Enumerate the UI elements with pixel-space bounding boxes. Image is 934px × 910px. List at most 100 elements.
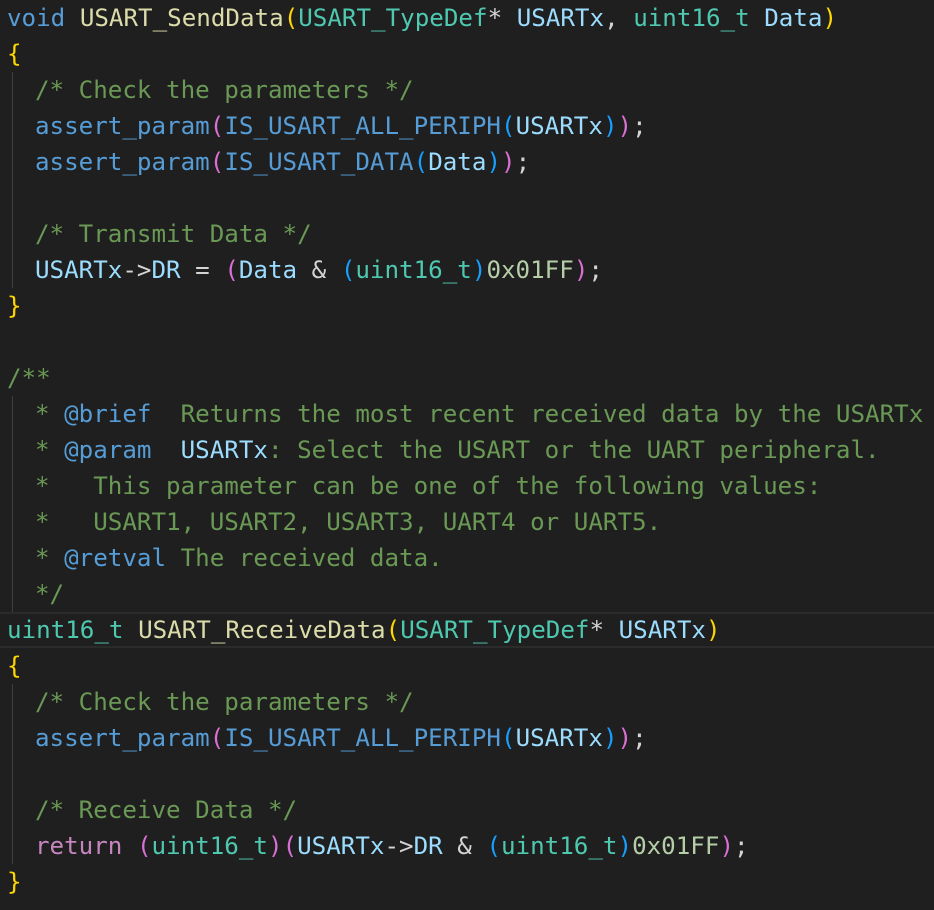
code-token: , — [604, 4, 634, 32]
code-token: USART_TypeDef — [298, 4, 488, 32]
code-token: ; — [588, 256, 603, 284]
code-token: */ — [35, 580, 65, 608]
code-token: ( — [340, 256, 356, 284]
code-token: -> — [384, 832, 414, 860]
code-token: Data — [764, 4, 823, 32]
code-line[interactable]: /* Receive Data */ — [0, 792, 934, 828]
code-token: USARTx — [618, 616, 706, 644]
code-token: assert_param — [35, 112, 210, 140]
code-line[interactable]: void USART_SendData(USART_TypeDef* USART… — [0, 0, 934, 36]
code-token: ( — [209, 724, 225, 752]
code-token: assert_param — [35, 148, 210, 176]
code-token: { — [7, 40, 22, 68]
code-token: ) — [501, 148, 516, 176]
code-line[interactable]: assert_param(IS_USART_ALL_PERIPH(USARTx)… — [0, 108, 934, 144]
code-line[interactable]: * @param USARTx: Select the USART or the… — [0, 432, 934, 468]
code-token: ) — [617, 832, 633, 860]
indent-guide — [12, 504, 13, 540]
code-token: USARTx — [35, 256, 123, 284]
code-token: ( — [486, 832, 501, 860]
code-token: /* Check the parameters */ — [35, 688, 414, 716]
code-token: = — [180, 256, 225, 284]
code-token: ( — [385, 616, 401, 644]
code-line[interactable]: } — [0, 288, 934, 324]
code-line[interactable]: USARTx->DR = (Data & (uint16_t)0x01FF); — [0, 252, 934, 288]
indent-guide — [12, 792, 13, 828]
code-token: IS_USART_ALL_PERIPH — [224, 724, 501, 752]
code-token: @brief — [64, 400, 152, 428]
code-token: { — [7, 652, 22, 680]
code-line[interactable]: */ — [0, 576, 934, 612]
code-line[interactable]: * USART1, USART2, USART3, UART4 or UART5… — [0, 504, 934, 540]
code-token: 0x01FF — [486, 256, 574, 284]
code-token: USARTx — [180, 436, 268, 464]
code-line[interactable]: /* Check the parameters */ — [0, 72, 934, 108]
code-line[interactable]: * This parameter can be one of the follo… — [0, 468, 934, 504]
code-token: uint16_t — [151, 832, 269, 860]
code-line[interactable]: { — [0, 36, 934, 72]
indent-guide — [12, 180, 13, 216]
code-token: * — [35, 544, 65, 572]
code-token: ( — [413, 148, 429, 176]
indent-guide — [12, 540, 13, 576]
code-token: /** — [7, 364, 51, 392]
indent-guide — [12, 468, 13, 504]
code-token: IS_USART_DATA — [224, 148, 414, 176]
code-token: USART_ReceiveData — [138, 616, 386, 644]
code-token: void — [7, 4, 66, 32]
code-token: ( — [282, 832, 298, 860]
code-editor[interactable]: void USART_SendData ( USART_TypeDef * USART… — [0, 0, 934, 910]
code-token: ) — [719, 832, 734, 860]
code-token: USART_SendData — [79, 4, 284, 32]
indent-guide — [12, 432, 13, 468]
indent-guide — [12, 108, 13, 144]
code-line[interactable]: assert_param(IS_USART_ALL_PERIPH(USARTx)… — [0, 720, 934, 756]
code-line[interactable] — [0, 756, 934, 792]
code-token: USARTx — [515, 112, 603, 140]
code-line-current[interactable]: uint16_t USART_ReceiveData(USART_TypeDef… — [0, 612, 934, 648]
code-token: * — [589, 616, 619, 644]
code-token: ; — [515, 148, 531, 176]
code-token: USARTx — [515, 724, 603, 752]
code-line[interactable]: /* Check the parameters */ — [0, 684, 934, 720]
code-token: ( — [501, 112, 516, 140]
indent-guide — [12, 396, 13, 432]
code-line[interactable] — [0, 324, 934, 360]
code-token: & — [442, 832, 487, 860]
code-token: ) — [602, 112, 618, 140]
code-token: * — [35, 400, 65, 428]
code-token: uint16_t — [355, 256, 472, 284]
code-token: USARTx — [516, 4, 605, 32]
code-token: Data — [238, 256, 298, 284]
indent-guide — [12, 684, 13, 720]
code-token: ; — [734, 832, 749, 860]
code-token: ) — [602, 724, 618, 752]
code-token: /* Receive Data */ — [35, 796, 298, 824]
code-line[interactable]: } — [0, 864, 934, 900]
code-token: } — [7, 868, 22, 896]
code-token: uint16_t — [7, 616, 124, 644]
code-line[interactable]: * @retval The received data. — [0, 540, 934, 576]
code-token: ; — [632, 724, 647, 752]
code-token: } — [7, 292, 22, 320]
code-line[interactable]: { — [0, 648, 934, 684]
code-line[interactable]: /** — [0, 360, 934, 396]
code-line[interactable]: /* Transmit Data */ — [0, 216, 934, 252]
code-line[interactable]: * @brief Returns the most recent receive… — [0, 396, 934, 432]
code-line[interactable]: assert_param(IS_USART_DATA(Data)); — [0, 144, 934, 180]
code-token: ) — [617, 724, 633, 752]
code-token: ) — [268, 832, 283, 860]
code-line[interactable] — [0, 180, 934, 216]
code-token: uint16_t — [633, 4, 750, 32]
code-token: ( — [209, 112, 225, 140]
indent-guide — [12, 144, 13, 180]
code-line[interactable]: return (uint16_t)(USARTx->DR & (uint16_t… — [0, 828, 934, 864]
code-token: * — [35, 436, 65, 464]
code-token: ( — [224, 256, 239, 284]
indent-guide — [12, 216, 13, 252]
